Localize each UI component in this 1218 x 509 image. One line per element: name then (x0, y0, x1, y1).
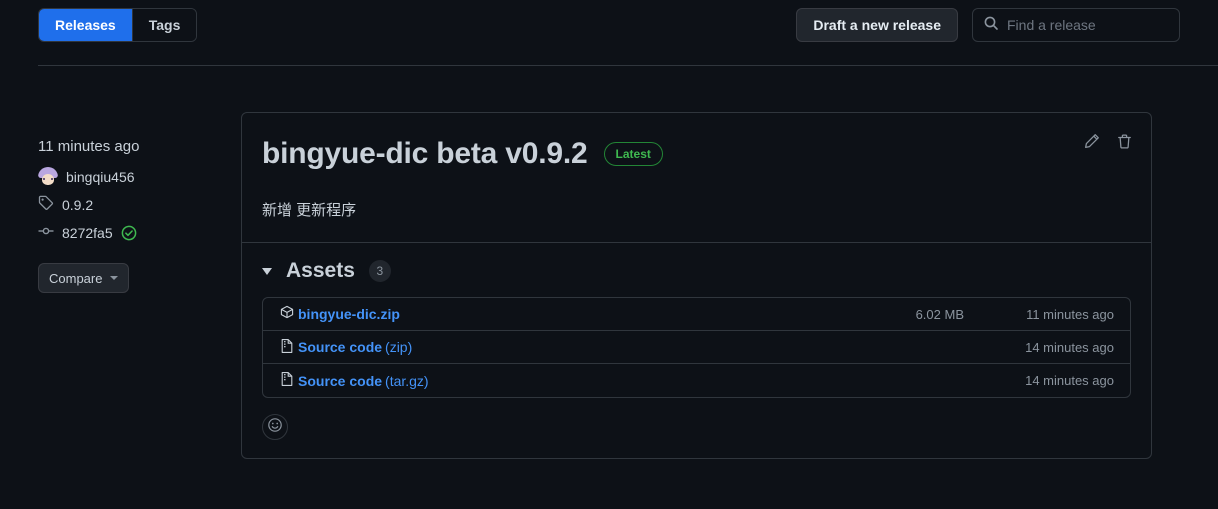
assets-count-badge: 3 (368, 260, 391, 282)
author-name[interactable]: bingqiu456 (66, 169, 135, 185)
assets-list: bingyue-dic.zip 6.02 MB 11 minutes ago S… (262, 297, 1131, 398)
header-divider (38, 65, 1218, 66)
smiley-icon (267, 417, 283, 438)
search-icon (983, 15, 999, 36)
tab-releases[interactable]: Releases (39, 9, 132, 41)
releases-page: Releases Tags Draft a new release 11 min… (0, 0, 1218, 509)
assets-title[interactable]: Assets (286, 259, 355, 283)
delete-release-icon[interactable] (1116, 133, 1133, 150)
releases-tags-switch: Releases Tags (38, 8, 198, 42)
asset-time: 14 minutes ago (1025, 373, 1114, 388)
asset-link[interactable]: bingyue-dic.zip (298, 306, 400, 322)
tag-row[interactable]: 0.9.2 (38, 195, 218, 215)
asset-link-suffix[interactable]: (zip) (385, 339, 412, 355)
draft-new-release-button[interactable]: Draft a new release (796, 8, 958, 42)
file-zip-icon (279, 371, 295, 390)
edit-release-icon[interactable] (1083, 133, 1100, 150)
release-meta-sidebar: 11 minutes ago bingqiu456 0.9.2 8272fa5 … (38, 138, 218, 293)
asset-time: 14 minutes ago (1025, 339, 1114, 355)
asset-link[interactable]: Source code (298, 373, 382, 389)
avatar (38, 167, 58, 187)
tab-tags[interactable]: Tags (131, 9, 197, 41)
table-row[interactable]: Source code (zip) 14 minutes ago (263, 331, 1130, 364)
releases-toolbar: Releases Tags Draft a new release (38, 8, 1188, 42)
release-header: bingyue-dic beta v0.9.2 Latest 新增 更新程序 (242, 113, 1151, 242)
release-title-row: bingyue-dic beta v0.9.2 Latest (262, 137, 1131, 171)
latest-badge: Latest (603, 142, 663, 166)
asset-name-cell[interactable]: bingyue-dic.zip (279, 305, 794, 324)
assets-collapse-icon[interactable] (262, 267, 272, 275)
table-row[interactable]: bingyue-dic.zip 6.02 MB 11 minutes ago (263, 298, 1130, 331)
table-row[interactable]: Source code (tar.gz) 14 minutes ago (263, 364, 1130, 397)
release-title[interactable]: bingyue-dic beta v0.9.2 (262, 137, 588, 171)
author-row[interactable]: bingqiu456 (38, 167, 218, 187)
asset-name-cell[interactable]: Source code (zip) (279, 338, 794, 357)
assets-header: Assets 3 (262, 259, 1131, 283)
checks-passed-icon[interactable] (121, 225, 137, 241)
search-input[interactable] (1007, 17, 1188, 33)
release-search[interactable] (972, 8, 1188, 42)
release-description: 新增 更新程序 (262, 202, 357, 219)
commit-icon (38, 223, 54, 244)
compare-label: Compare (49, 270, 103, 286)
asset-time: 11 minutes ago (1026, 306, 1114, 322)
commit-sha[interactable]: 8272fa5 (62, 225, 113, 241)
chevron-down-icon (110, 276, 119, 280)
assets-section: Assets 3 bingyue-dic.zip 6.02 MB 11 minu… (242, 243, 1151, 458)
tag-name[interactable]: 0.9.2 (62, 197, 93, 213)
file-zip-icon (279, 338, 295, 357)
asset-link[interactable]: Source code (298, 339, 382, 355)
asset-link-suffix[interactable]: (tar.gz) (385, 373, 429, 389)
compare-button[interactable]: Compare (38, 263, 130, 293)
tag-icon (38, 195, 54, 216)
release-actions (1083, 133, 1133, 150)
add-reaction-button[interactable] (262, 414, 288, 440)
release-card: bingyue-dic beta v0.9.2 Latest 新增 更新程序 A… (241, 112, 1152, 459)
commit-row[interactable]: 8272fa5 (38, 223, 218, 243)
asset-name-cell[interactable]: Source code (tar.gz) (279, 371, 794, 390)
package-icon (279, 305, 295, 324)
published-time: 11 minutes ago (38, 138, 140, 155)
asset-size: 6.02 MB (915, 306, 964, 322)
